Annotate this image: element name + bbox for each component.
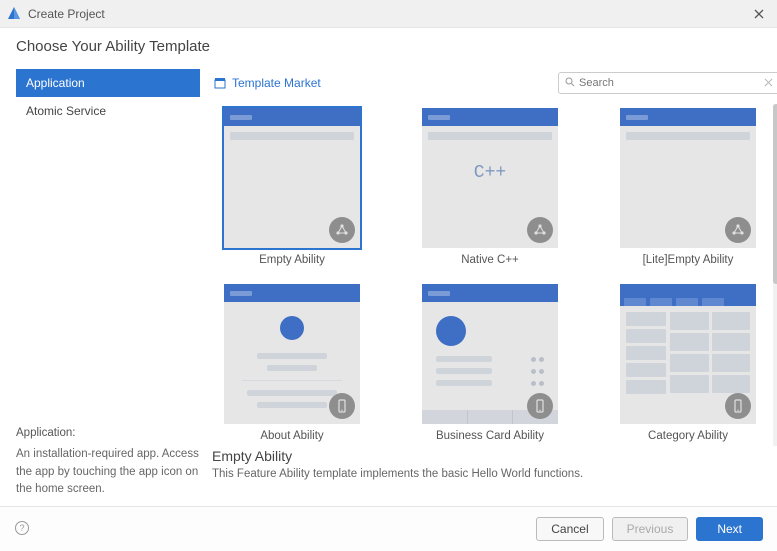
footer: ? Cancel Previous Next — [0, 506, 777, 551]
template-card-about-ability[interactable]: About Ability — [212, 284, 372, 442]
selected-template-description: This Feature Ability template implements… — [212, 468, 768, 480]
app-icon — [6, 6, 22, 22]
template-description-section: Empty Ability This Feature Ability templ… — [210, 442, 770, 480]
network-badge-icon — [527, 217, 553, 243]
scrollbar[interactable] — [773, 104, 777, 446]
template-card-business-card-ability[interactable]: Business Card Ability — [410, 284, 570, 442]
close-button[interactable] — [747, 2, 771, 26]
phone-badge-icon — [725, 393, 751, 419]
right-panel: Template Market Empty Ability C++ Native C… — [210, 38, 777, 506]
category-list: ApplicationAtomic Service — [16, 69, 200, 125]
footer-buttons: Cancel Previous Next — [536, 517, 763, 541]
dialog-content: Choose Your Ability Template Application… — [0, 28, 777, 506]
template-label: Empty Ability — [259, 254, 325, 266]
search-field[interactable] — [558, 72, 777, 94]
window-title: Create Project — [28, 7, 747, 21]
template-card--lite-empty-ability[interactable]: [Lite]Empty Ability — [608, 108, 768, 266]
template-card-empty-ability[interactable]: Empty Ability — [212, 108, 372, 266]
template-card-native-c-[interactable]: C++ Native C++ — [410, 108, 570, 266]
help-icon[interactable]: ? — [14, 520, 30, 539]
page-heading: Choose Your Ability Template — [16, 38, 200, 55]
template-preview-body — [224, 108, 360, 248]
template-preview-body — [422, 284, 558, 424]
network-badge-icon — [329, 217, 355, 243]
search-input[interactable] — [579, 77, 764, 89]
search-icon — [565, 77, 575, 90]
template-grid: Empty Ability C++ Native C++ [Lite]Empty Ab… — [210, 104, 770, 442]
scrollbar-thumb[interactable] — [773, 104, 777, 284]
previous-button: Previous — [612, 517, 689, 541]
template-preview-body: C++ — [422, 108, 558, 248]
template-preview — [224, 108, 360, 248]
titlebar: Create Project — [0, 0, 777, 28]
template-preview — [224, 284, 360, 424]
search-clear-icon[interactable] — [764, 76, 773, 90]
cancel-button[interactable]: Cancel — [536, 517, 603, 541]
category-description: Application: An installation-required ap… — [16, 425, 200, 506]
template-market-link[interactable]: Template Market — [214, 76, 321, 90]
template-market-label: Template Market — [232, 76, 321, 90]
left-panel: Choose Your Ability Template Application… — [16, 38, 200, 506]
template-preview — [620, 108, 756, 248]
phone-badge-icon — [527, 393, 553, 419]
template-preview — [422, 284, 558, 424]
category-desc-text: An installation-required app. Access the… — [16, 446, 200, 498]
template-preview — [620, 284, 756, 424]
network-badge-icon — [725, 217, 751, 243]
category-desc-title: Application: — [16, 425, 200, 442]
phone-badge-icon — [329, 393, 355, 419]
toolbar-row: Template Market — [210, 70, 777, 96]
template-card-category-ability[interactable]: Category Ability — [608, 284, 768, 442]
template-label: Category Ability — [648, 430, 728, 442]
template-preview-body — [620, 108, 756, 248]
template-scroll-area: Empty Ability C++ Native C++ [Lite]Empty Ab… — [210, 104, 777, 506]
market-icon — [214, 77, 226, 89]
next-button[interactable]: Next — [696, 517, 763, 541]
category-item-application[interactable]: Application — [16, 69, 200, 97]
svg-text:?: ? — [19, 523, 24, 533]
template-preview: C++ — [422, 108, 558, 248]
selected-template-title: Empty Ability — [212, 448, 768, 464]
category-item-atomic-service[interactable]: Atomic Service — [16, 97, 200, 125]
template-preview-body — [224, 284, 360, 424]
template-label: About Ability — [260, 430, 323, 442]
template-preview-body — [620, 284, 756, 424]
template-label: Business Card Ability — [436, 430, 544, 442]
template-label: [Lite]Empty Ability — [643, 254, 734, 266]
template-label: Native C++ — [461, 254, 519, 266]
